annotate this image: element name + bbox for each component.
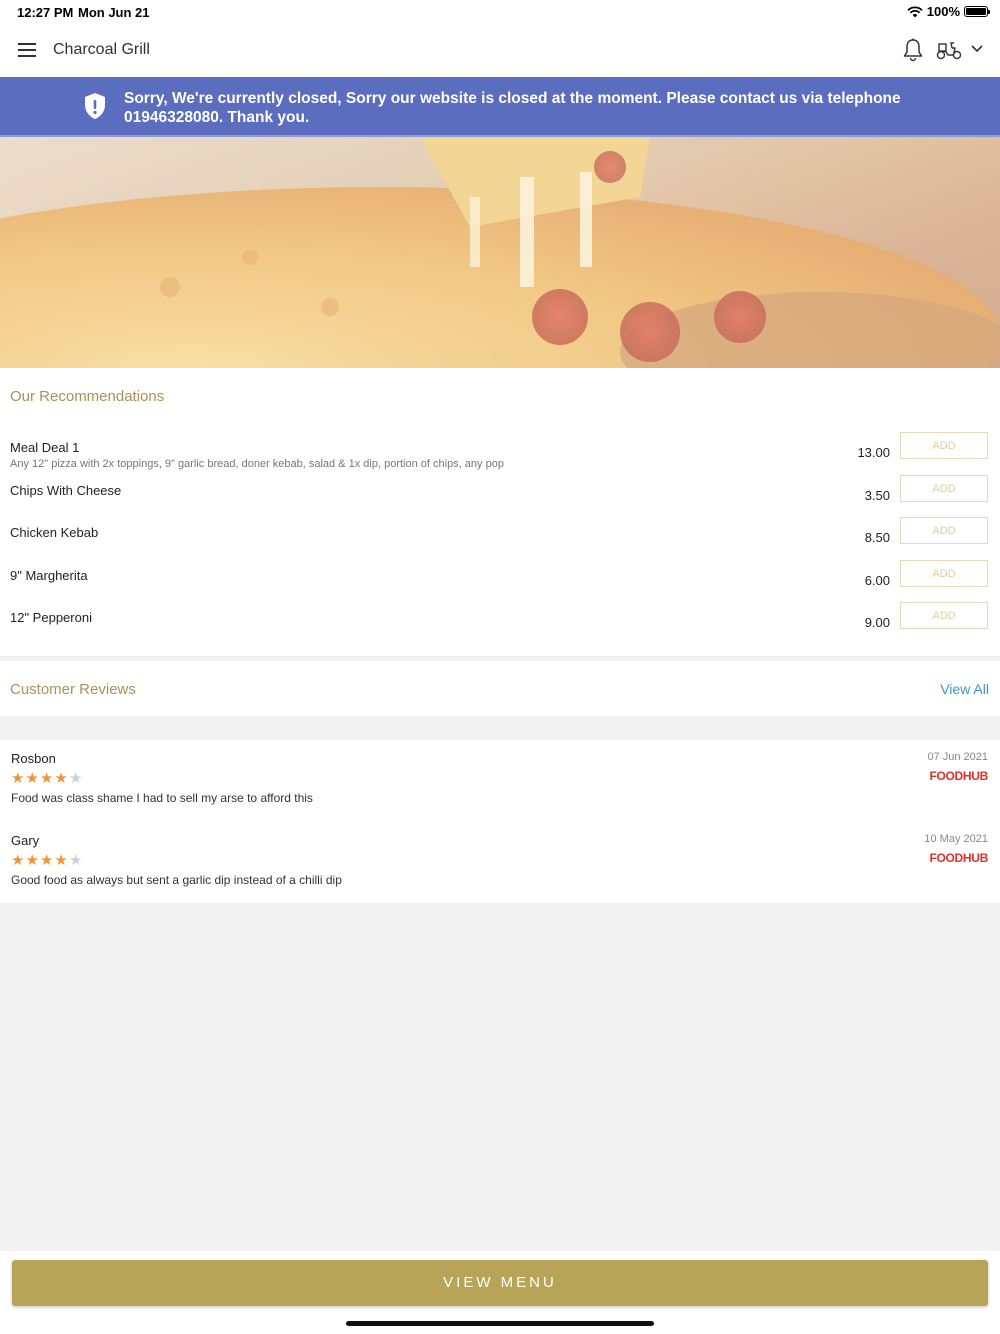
- hero-image: [0, 137, 1000, 368]
- item-name: Meal Deal 1: [10, 440, 80, 455]
- top-bar: Charcoal Grill: [0, 24, 1000, 78]
- review-author: Rosbon: [11, 751, 56, 766]
- star-icon: ★: [25, 852, 40, 869]
- home-indicator: [346, 1321, 654, 1326]
- review-item: Gary 10 May 2021 ★★★★★ FOODHUB Good food…: [0, 822, 1000, 902]
- closed-banner: Sorry, We're currently closed, Sorry our…: [0, 77, 1000, 137]
- wifi-icon: [907, 5, 923, 17]
- delivery-scooter-icon[interactable]: [936, 39, 962, 61]
- battery-percent: 100%: [926, 4, 960, 19]
- star-empty-icon: ★: [68, 852, 84, 869]
- star-icon: ★: [39, 770, 55, 787]
- list-item: Chips With Cheese 3.50 ADD: [0, 475, 1000, 525]
- add-button[interactable]: ADD: [900, 560, 988, 587]
- star-icon: ★: [54, 770, 69, 787]
- review-text: Good food as always but sent a garlic di…: [11, 873, 342, 887]
- status-bar: 12:27 PM Mon Jun 21 100%: [0, 0, 1000, 24]
- add-button[interactable]: ADD: [900, 432, 988, 459]
- status-right: 100%: [907, 4, 990, 19]
- review-author: Gary: [11, 833, 40, 848]
- item-name: Chicken Kebab: [10, 525, 99, 540]
- list-item: Meal Deal 1 Any 12" pizza with 2x toppin…: [0, 432, 1000, 482]
- battery-icon: [964, 6, 990, 17]
- restaurant-title: Charcoal Grill: [53, 41, 150, 58]
- add-button[interactable]: ADD: [900, 517, 988, 544]
- item-price: 13.00: [857, 445, 890, 460]
- star-rating: ★★★★★: [11, 769, 83, 787]
- add-button[interactable]: ADD: [900, 602, 988, 629]
- recommendations-title: Our Recommendations: [10, 388, 165, 405]
- shield-alert-icon: [85, 93, 105, 119]
- item-name: Chips With Cheese: [10, 483, 122, 498]
- list-item: 12" Pepperoni 9.00 ADD: [0, 602, 1000, 652]
- star-icon: ★: [11, 770, 26, 787]
- list-item: 9" Margherita 6.00 ADD: [0, 560, 1000, 610]
- closed-message: Sorry, We're currently closed, Sorry our…: [124, 90, 901, 126]
- star-icon: ★: [39, 852, 55, 869]
- foodhub-logo: FOODHUB: [929, 851, 988, 865]
- item-price: 3.50: [864, 488, 890, 503]
- reviews-header: Customer Reviews View All: [0, 661, 1000, 716]
- item-price: 8.50: [864, 530, 890, 545]
- reviews-title: Customer Reviews: [10, 681, 136, 698]
- star-rating: ★★★★★: [11, 851, 83, 869]
- chevron-down-icon[interactable]: [970, 44, 984, 54]
- list-item: Chicken Kebab 8.50 ADD: [0, 517, 1000, 567]
- review-text: Food was class shame I had to sell my ar…: [11, 791, 313, 805]
- item-name: 12" Pepperoni: [10, 610, 92, 625]
- view-menu-button[interactable]: VIEW MENU: [12, 1260, 988, 1306]
- review-date: 07 Jun 2021: [927, 751, 988, 763]
- reviews-list: Rosbon 07 Jun 2021 ★★★★★ FOODHUB Food wa…: [0, 740, 1000, 903]
- item-price: 6.00: [864, 573, 890, 588]
- foodhub-logo: FOODHUB: [929, 769, 988, 783]
- item-description: Any 12" pizza with 2x toppings, 9" garli…: [10, 458, 504, 470]
- add-button[interactable]: ADD: [900, 475, 988, 502]
- bell-icon[interactable]: [902, 38, 924, 62]
- view-all-link[interactable]: View All: [940, 681, 989, 697]
- item-price: 9.00: [864, 615, 890, 630]
- star-icon: ★: [11, 852, 26, 869]
- status-date: Mon Jun 21: [78, 5, 150, 20]
- pizza-illustration: [0, 137, 1000, 368]
- star-empty-icon: ★: [68, 770, 84, 787]
- star-icon: ★: [54, 852, 69, 869]
- item-name: 9" Margherita: [10, 568, 88, 583]
- menu-icon[interactable]: [18, 43, 36, 57]
- star-icon: ★: [25, 770, 40, 787]
- review-item: Rosbon 07 Jun 2021 ★★★★★ FOODHUB Food wa…: [0, 740, 1000, 820]
- review-date: 10 May 2021: [924, 833, 988, 845]
- recommendations-section: Our Recommendations Meal Deal 1 Any 12" …: [0, 368, 1000, 656]
- status-time: 12:27 PM: [17, 5, 74, 20]
